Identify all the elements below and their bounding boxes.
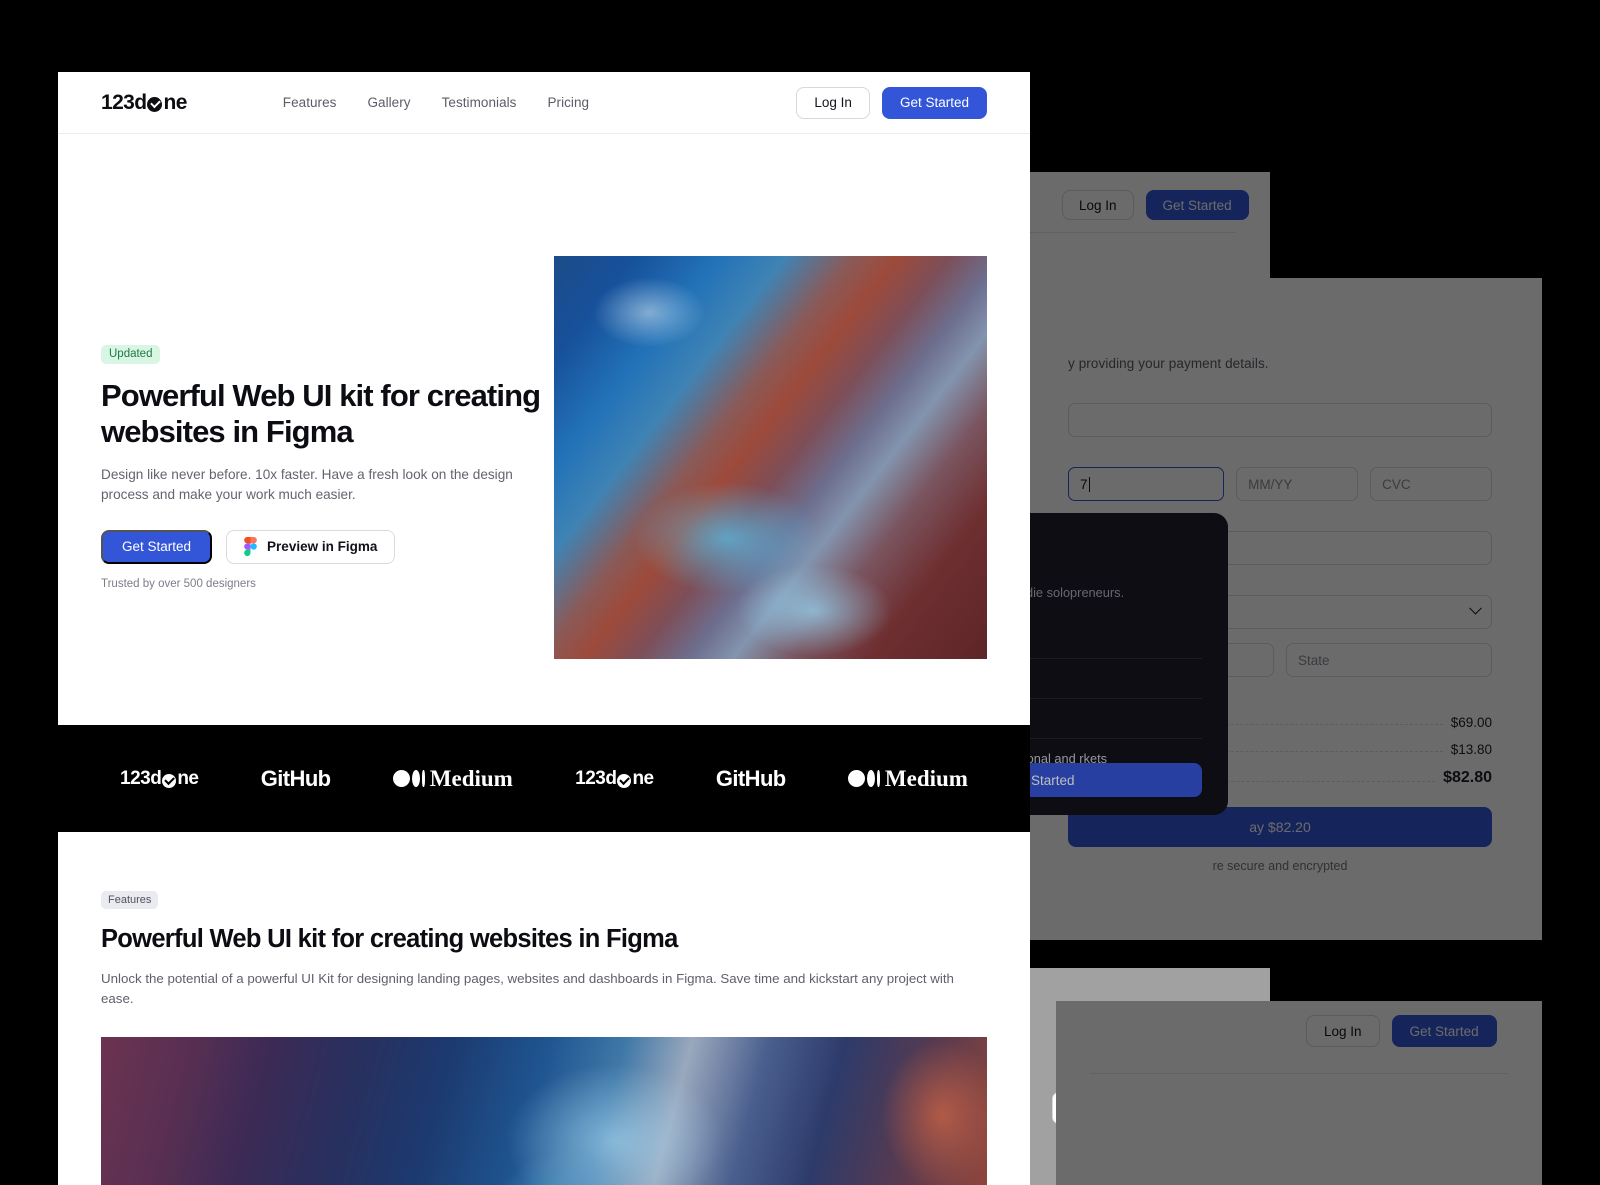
trusted-text: Trusted by over 500 designers	[101, 577, 256, 590]
preview-in-figma-label: Preview in Figma	[267, 539, 378, 555]
nav-item-pricing[interactable]: Pricing	[547, 95, 589, 110]
state-field[interactable]: State	[1286, 643, 1492, 677]
features-subtitle: Unlock the potential of a powerful UI Ki…	[101, 971, 954, 1006]
get-started-button[interactable]: Get Started	[881, 86, 987, 119]
payment-name-field[interactable]	[1068, 403, 1492, 437]
navbar: 123d ne Features Gallery Testimonials Pr…	[58, 72, 1030, 134]
features-badge: Features	[101, 891, 159, 909]
medium-glyph-icon	[847, 770, 880, 787]
nav-item-gallery[interactable]: Gallery	[367, 95, 410, 110]
status-badge: Updated	[101, 344, 161, 364]
logo-text-suffix: ne	[632, 767, 654, 789]
page-title: Powerful Web UI kit for creating website…	[101, 377, 541, 449]
background-bottom-login-button[interactable]: Log In	[1306, 1015, 1380, 1047]
hero-image-wrap	[554, 134, 987, 659]
background-login-button[interactable]: Log In	[1062, 190, 1134, 220]
logo-text-prefix: 123d	[575, 767, 617, 789]
hero-image	[554, 256, 987, 659]
logo-text-suffix: ne	[163, 90, 187, 114]
secure-note: re secure and encrypted	[1212, 859, 1348, 873]
nav-actions: Log In Get Started	[796, 86, 987, 119]
hero-content: Updated Powerful Web UI kit for creating…	[101, 134, 546, 659]
brand-logo[interactable]: 123d ne	[101, 91, 187, 115]
payment-subtitle: y providing your payment details.	[1068, 356, 1269, 371]
nav-links: Features Gallery Testimonials Pricing	[283, 95, 589, 110]
nav-item-features[interactable]: Features	[283, 95, 337, 110]
logo-text-suffix: ne	[177, 767, 199, 789]
hero-section: Updated Powerful Web UI kit for creating…	[58, 134, 1030, 659]
chevron-down-icon	[1469, 601, 1482, 615]
check-circle-icon	[147, 97, 163, 112]
logo-123done: 123d ne	[120, 768, 199, 790]
logo-strip: 123d ne GitHub Medium 123d ne GitHub Mediu…	[58, 725, 1030, 832]
check-circle-icon	[162, 773, 177, 788]
header-divider	[1090, 1073, 1508, 1074]
logo-123done: 123d ne	[575, 768, 654, 790]
features-title: Powerful Web UI kit for creating website…	[101, 925, 678, 953]
card-expiry-field[interactable]: MM/YY	[1236, 467, 1359, 501]
background-bottom-header-panel: Log In Get Started	[1056, 1001, 1542, 1185]
logo-medium-label: Medium	[884, 765, 968, 791]
background-get-started-button[interactable]: Get Started	[1145, 190, 1249, 220]
preview-in-figma-button[interactable]: Preview in Figma	[226, 529, 396, 564]
logo-medium: Medium	[392, 765, 513, 792]
figma-icon	[244, 537, 257, 557]
screenshot-stage: Log In Get Started y providing your paym…	[0, 0, 1600, 1185]
hero-actions: Get Started Preview in Figma	[101, 529, 546, 564]
card-number-field[interactable]: 7	[1068, 467, 1225, 501]
check-circle-icon	[617, 773, 632, 788]
medium-glyph-icon	[392, 770, 425, 787]
hero-subtitle: Design like never before. 10x faster. Ha…	[101, 467, 513, 503]
card-cvc-field[interactable]: CVC	[1370, 467, 1492, 501]
logo-medium: Medium	[847, 765, 968, 792]
hero-get-started-button[interactable]: Get Started	[101, 529, 213, 564]
logo-text-prefix: 123d	[120, 767, 162, 789]
logo-text-prefix: 123d	[101, 90, 147, 114]
background-bottom-get-started-button[interactable]: Get Started	[1391, 1015, 1497, 1047]
logo-github: GitHub	[715, 765, 786, 791]
features-section: Features Powerful Web UI kit for creatin…	[58, 832, 1030, 1185]
main-page: 123d ne Features Gallery Testimonials Pr…	[58, 72, 1030, 1185]
nav-item-testimonials[interactable]: Testimonials	[442, 95, 517, 110]
logo-medium-label: Medium	[429, 765, 513, 791]
logo-github: GitHub	[260, 765, 331, 791]
features-image	[101, 1036, 987, 1185]
login-button[interactable]: Log In	[796, 86, 870, 119]
